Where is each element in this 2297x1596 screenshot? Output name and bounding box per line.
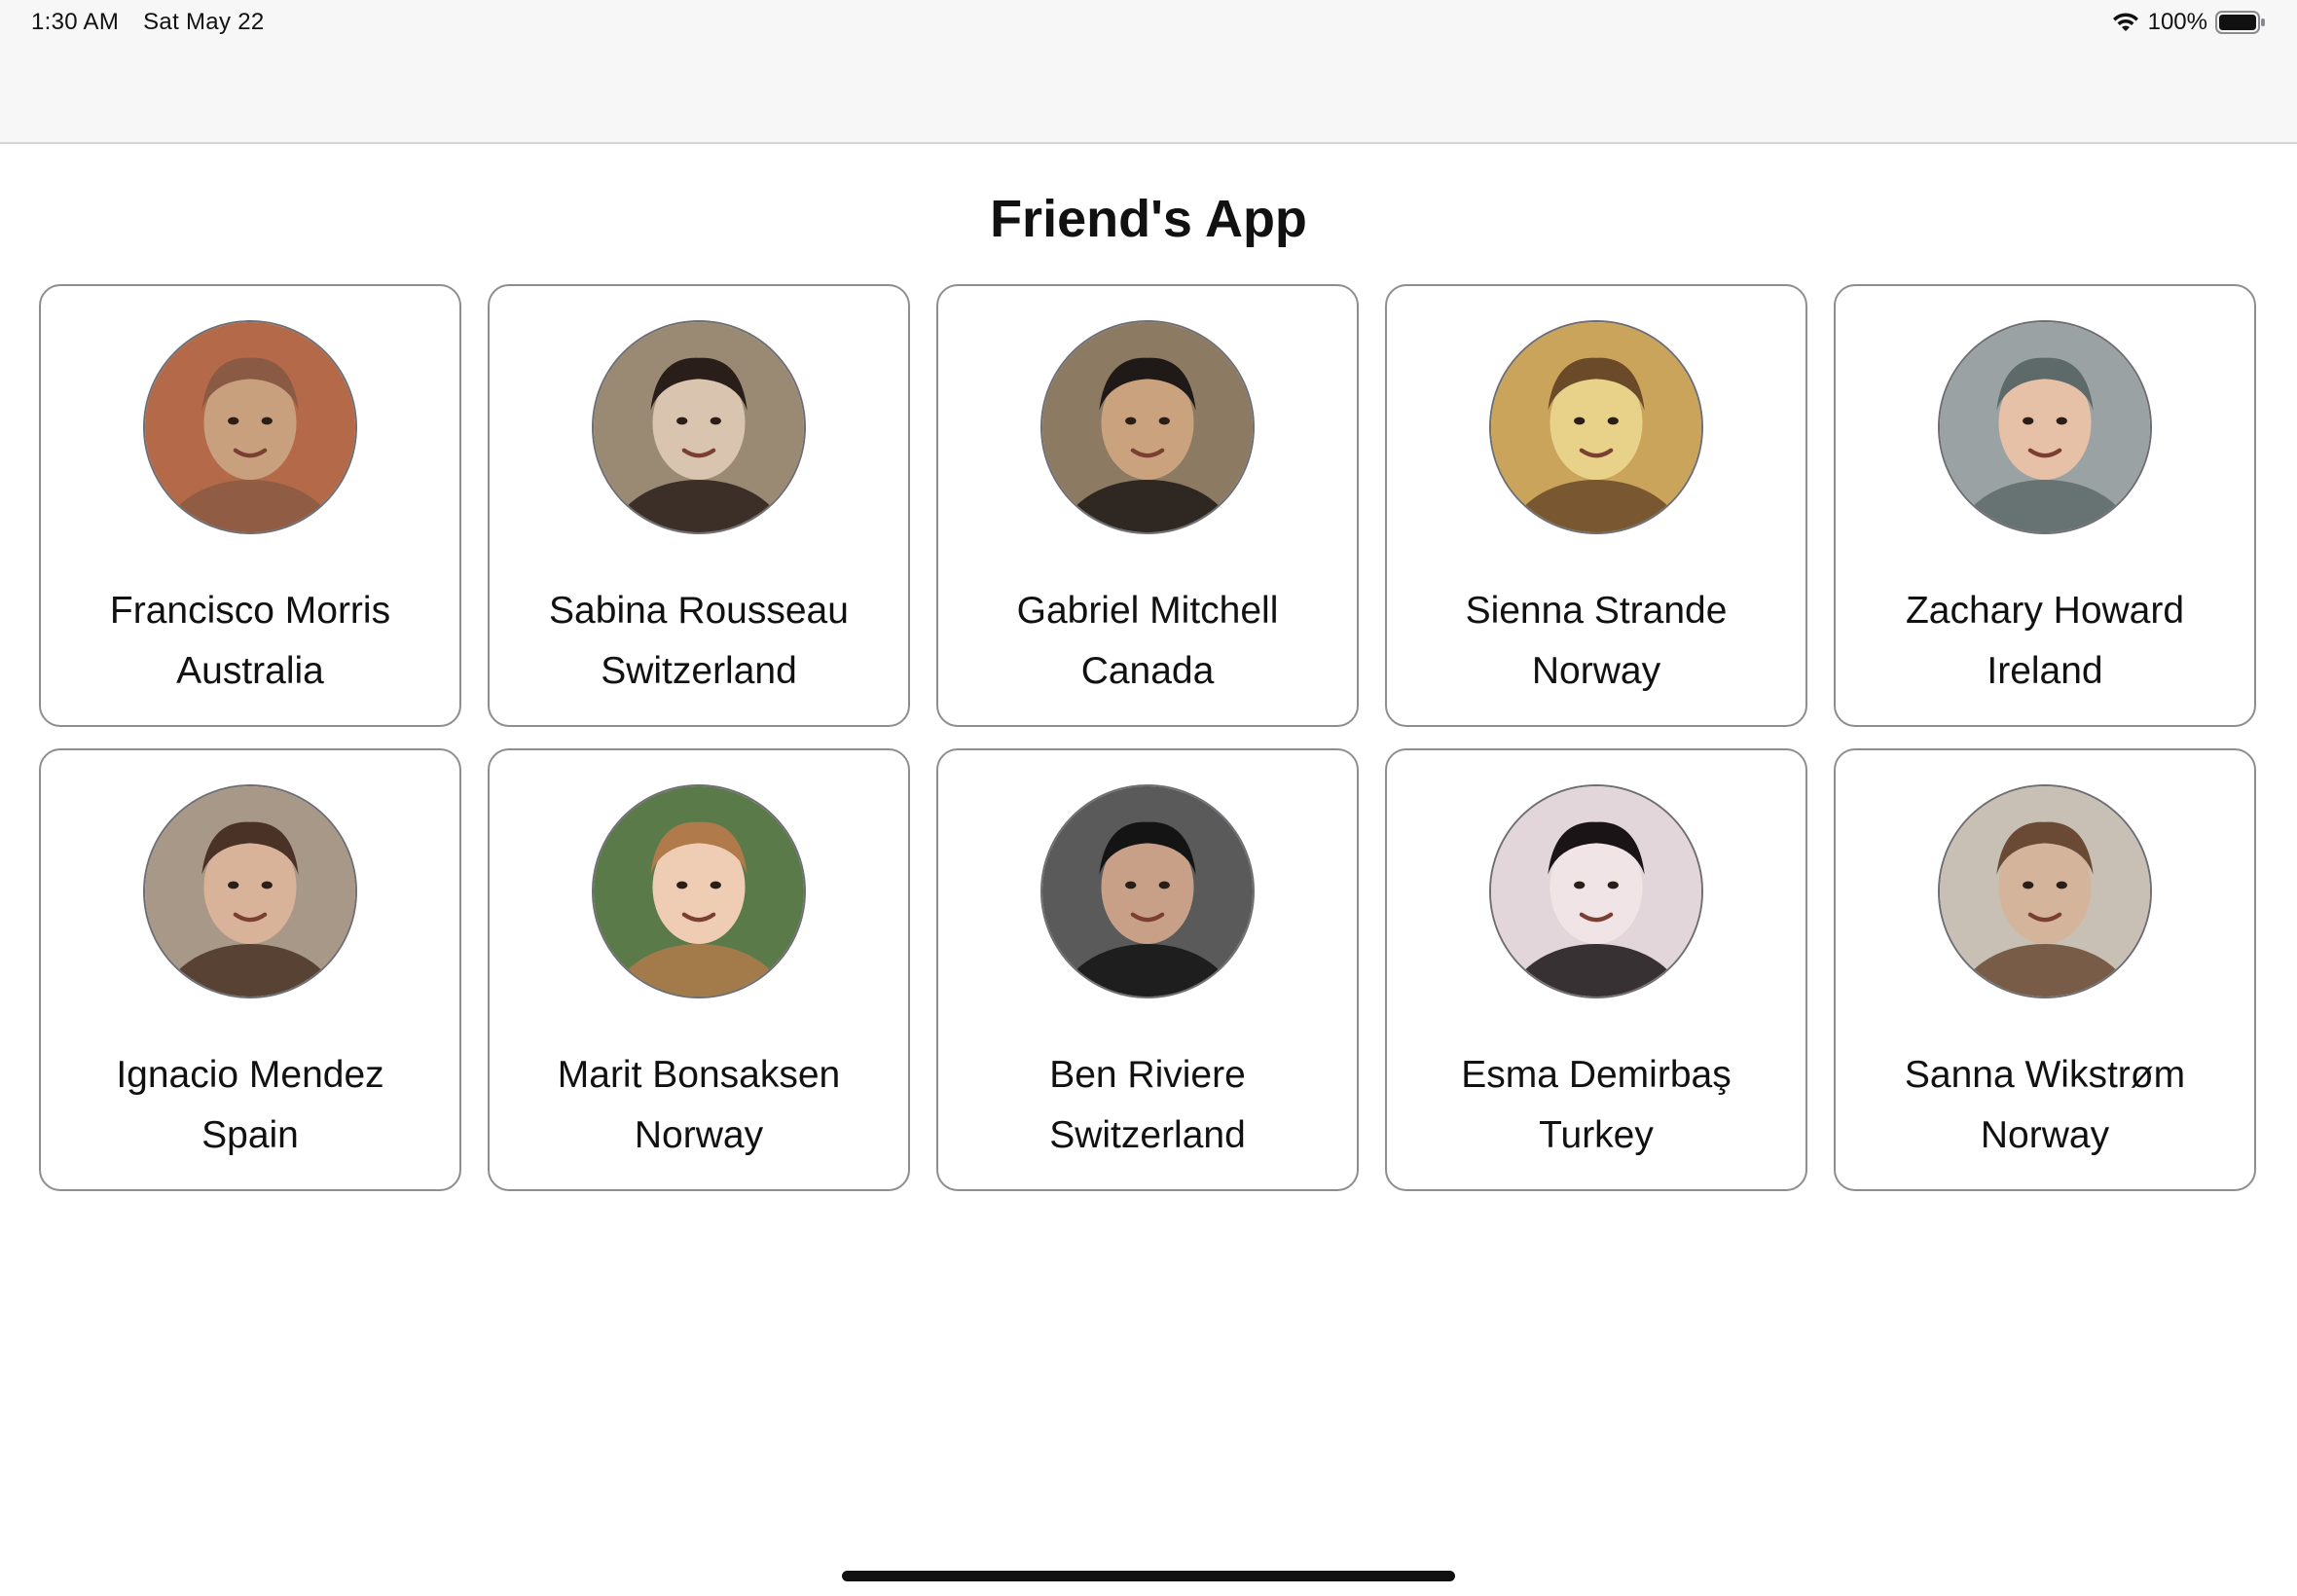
- friend-name: Sabina Rousseau: [549, 590, 849, 632]
- battery-icon: [2215, 10, 2266, 35]
- friend-avatar: [143, 784, 357, 998]
- friend-card[interactable]: Ben Riviere Switzerland: [936, 748, 1359, 1191]
- battery-percent: 100%: [2147, 9, 2207, 35]
- friend-country: Norway: [1980, 1114, 2110, 1156]
- friend-card[interactable]: Sanna Wikstrøm Norway: [1834, 748, 2256, 1191]
- friend-card[interactable]: Sienna Strande Norway: [1385, 284, 1807, 727]
- friend-country: Australia: [176, 650, 324, 692]
- friend-name: Esma Demirbaş: [1461, 1054, 1732, 1096]
- clock-date: Sat May 22: [143, 9, 265, 35]
- friend-card[interactable]: Ignacio Mendez Spain: [39, 748, 461, 1191]
- friend-avatar: [1938, 320, 2152, 534]
- friend-avatar: [1489, 784, 1703, 998]
- friend-country: Norway: [634, 1114, 764, 1156]
- status-time: 1:30 AM Sat May 22: [31, 9, 265, 36]
- friend-name: Gabriel Mitchell: [1016, 590, 1279, 632]
- friend-name: Francisco Morris: [109, 590, 391, 632]
- friend-name: Zachary Howard: [1905, 590, 2185, 632]
- friend-country: Switzerland: [601, 650, 797, 692]
- friend-country: Switzerland: [1049, 1114, 1246, 1156]
- friend-name: Ben Riviere: [1049, 1054, 1246, 1096]
- friend-country: Canada: [1080, 650, 1215, 692]
- friend-country: Norway: [1531, 650, 1661, 692]
- friend-card[interactable]: Marit Bonsaksen Norway: [488, 748, 910, 1191]
- friend-country: Turkey: [1539, 1114, 1654, 1156]
- friend-card[interactable]: Sabina Rousseau Switzerland: [488, 284, 910, 727]
- friend-avatar: [592, 320, 806, 534]
- status-bar: 1:30 AM Sat May 22 100%: [0, 0, 2297, 144]
- friends-grid: Francisco Morris Australia Sabina Rousseau…: [39, 284, 2258, 1191]
- friend-name: Marit Bonsaksen: [557, 1054, 841, 1096]
- friend-card[interactable]: Francisco Morris Australia: [39, 284, 461, 727]
- friend-name: Sanna Wikstrøm: [1904, 1054, 2186, 1096]
- home-indicator[interactable]: [842, 1571, 1455, 1581]
- friend-avatar: [1489, 320, 1703, 534]
- clock-time: 1:30 AM: [31, 9, 120, 35]
- friend-avatar: [143, 320, 357, 534]
- friend-name: Ignacio Mendez: [116, 1054, 384, 1096]
- friend-avatar: [1938, 784, 2152, 998]
- friend-card[interactable]: Zachary Howard Ireland: [1834, 284, 2256, 727]
- status-indicators: 100%: [2111, 9, 2266, 36]
- friend-avatar: [1040, 784, 1255, 998]
- friend-country: Ireland: [1987, 650, 2103, 692]
- friend-avatar: [592, 784, 806, 998]
- friend-name: Sienna Strande: [1465, 590, 1728, 632]
- friend-country: Spain: [201, 1114, 299, 1156]
- wifi-icon: [2111, 11, 2140, 34]
- friend-card[interactable]: Esma Demirbaş Turkey: [1385, 748, 1807, 1191]
- page-title: Friend's App: [990, 190, 1307, 248]
- friend-avatar: [1040, 320, 1255, 534]
- friend-card[interactable]: Gabriel Mitchell Canada: [936, 284, 1359, 727]
